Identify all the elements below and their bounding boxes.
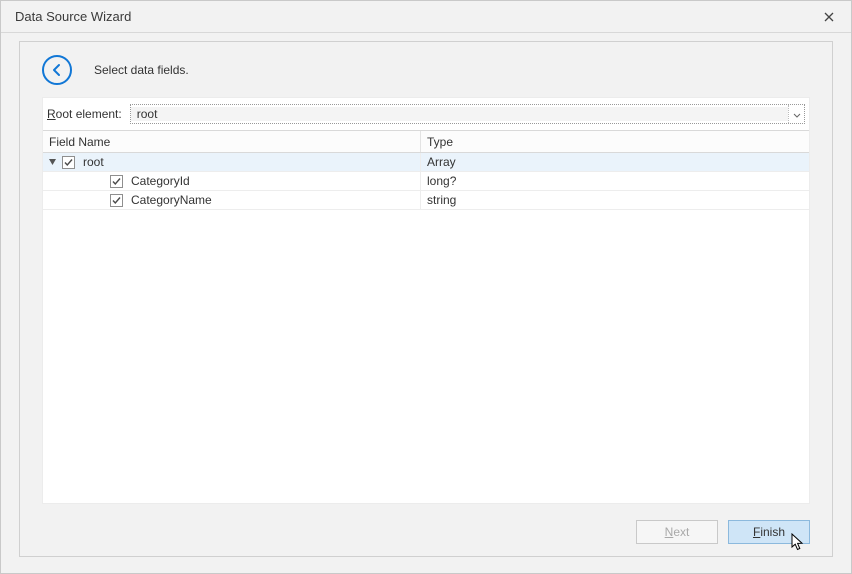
content-panel: Root element: root Field Name Type: [42, 97, 810, 504]
triangle-down-icon: [48, 155, 57, 169]
wizard-window: Data Source Wizard Select data fields. R…: [0, 0, 852, 574]
table-row[interactable]: CategoryName string: [43, 191, 809, 210]
finish-button[interactable]: Finish: [728, 520, 810, 544]
window-title: Data Source Wizard: [15, 9, 131, 24]
titlebar: Data Source Wizard: [1, 1, 851, 33]
tree-spacer: [95, 176, 106, 187]
root-element-combobox[interactable]: root: [130, 104, 805, 124]
root-element-value: root: [131, 107, 788, 121]
checkmark-icon: [63, 157, 74, 168]
field-name-text: CategoryId: [127, 174, 190, 188]
checkmark-icon: [111, 176, 122, 187]
cell-field-name: CategoryId: [43, 172, 421, 190]
grid-body: root Array: [43, 153, 809, 503]
button-bar: Next Finish: [636, 520, 810, 544]
next-button-label: Next: [665, 525, 690, 539]
arrow-left-icon: [49, 62, 65, 78]
checkmark-icon: [111, 195, 122, 206]
field-checkbox[interactable]: [62, 156, 75, 169]
wizard-panel: Select data fields. Root element: root F…: [19, 41, 833, 557]
tree-spacer: [95, 195, 106, 206]
close-button[interactable]: [817, 5, 841, 29]
next-button: Next: [636, 520, 718, 544]
field-type-text: Array: [427, 155, 456, 169]
fields-grid: Field Name Type: [43, 130, 809, 503]
tree-collapse-toggle[interactable]: [47, 157, 58, 168]
mouse-cursor-icon: [791, 533, 807, 553]
cell-field-name: root: [43, 153, 421, 171]
table-row[interactable]: root Array: [43, 153, 809, 172]
field-type-text: string: [427, 193, 456, 207]
wizard-header: Select data fields.: [20, 42, 832, 97]
col-header-field-name[interactable]: Field Name: [43, 131, 421, 152]
back-button[interactable]: [42, 55, 72, 85]
col-header-type[interactable]: Type: [421, 131, 809, 152]
cell-field-name: CategoryName: [43, 191, 421, 209]
grid-header: Field Name Type: [43, 131, 809, 153]
cell-type: long?: [421, 172, 809, 190]
root-element-label: Root element:: [47, 107, 122, 121]
table-row[interactable]: CategoryId long?: [43, 172, 809, 191]
field-checkbox[interactable]: [110, 175, 123, 188]
field-name-text: CategoryName: [127, 193, 212, 207]
field-checkbox[interactable]: [110, 194, 123, 207]
root-element-row: Root element: root: [43, 98, 809, 130]
field-name-text: root: [79, 155, 104, 169]
root-element-dropdown-button[interactable]: [788, 105, 804, 123]
chevron-down-icon: [793, 107, 801, 121]
cell-type: Array: [421, 153, 809, 171]
field-type-text: long?: [427, 174, 456, 188]
cell-type: string: [421, 191, 809, 209]
finish-button-label: Finish: [753, 525, 785, 539]
instruction-text: Select data fields.: [94, 63, 189, 77]
close-icon: [824, 9, 834, 25]
